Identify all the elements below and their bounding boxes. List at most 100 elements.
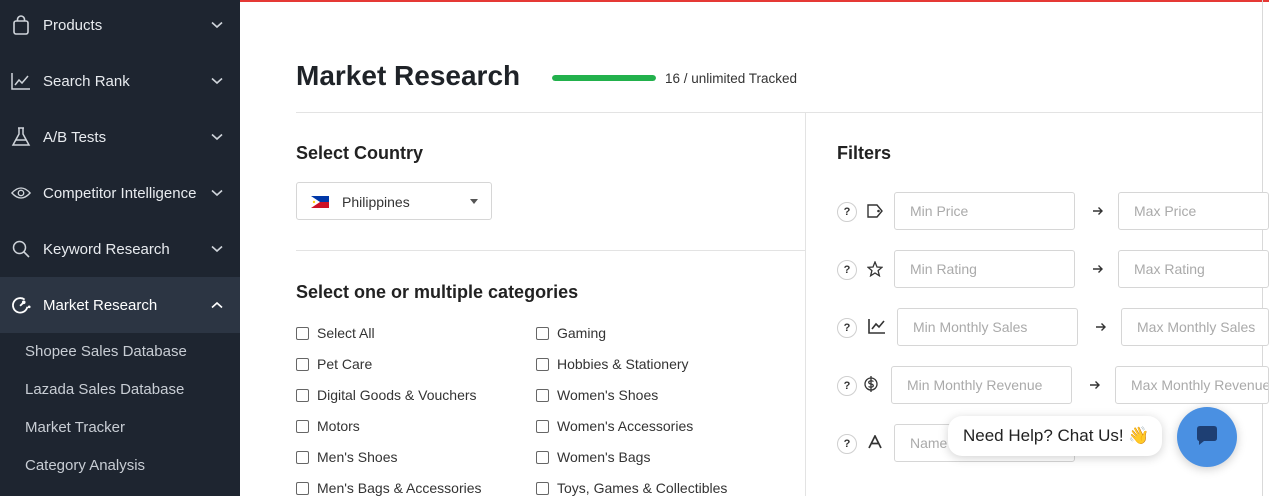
checkbox[interactable] — [296, 388, 309, 402]
chevron-up-icon — [210, 298, 224, 312]
top-accent-line — [240, 0, 1269, 2]
category-checkbox-pet-care[interactable]: Pet Care — [296, 356, 372, 372]
category-label: Women's Shoes — [557, 387, 659, 403]
philippines-flag-icon — [311, 195, 329, 208]
country-select[interactable]: Philippines — [296, 182, 492, 220]
category-label: Men's Bags & Accessories — [317, 480, 482, 496]
sidebar-subitem-lazada-sales-database[interactable]: Lazada Sales Database — [25, 381, 184, 398]
filters-title: Filters — [837, 143, 892, 163]
sidebar-subitem-category-analysis[interactable]: Category Analysis — [25, 457, 145, 474]
checkbox[interactable] — [296, 357, 309, 371]
divider — [805, 113, 806, 496]
category-label: Pet Care — [317, 356, 373, 372]
country-select-value: Philippines — [342, 194, 410, 210]
checkbox[interactable] — [536, 419, 549, 433]
min-rating-input[interactable]: Min Rating — [894, 250, 1075, 288]
sidebar-item-market-research[interactable]: Market Research — [0, 277, 240, 333]
checkbox[interactable] — [536, 357, 549, 371]
dollar-icon — [862, 375, 880, 393]
chevron-down-icon — [210, 242, 224, 256]
chat-bubble-icon — [1195, 423, 1219, 452]
sidebar-item-search-rank[interactable]: Search Rank — [0, 53, 240, 109]
sidebar-item-label: Competitor Intelligence — [43, 184, 197, 202]
eye-icon — [11, 183, 31, 203]
max-monthly-sales-input[interactable]: Max Monthly Sales — [1121, 308, 1269, 346]
sidebar-item-keyword-research[interactable]: Keyword Research — [0, 221, 240, 277]
arrow-right-icon — [1092, 205, 1104, 217]
caret-down-icon — [470, 199, 478, 204]
category-label: Hobbies & Stationery — [557, 356, 689, 372]
category-checkbox-hobbies[interactable]: Hobbies & Stationery — [536, 356, 689, 372]
category-label: Women's Bags — [557, 449, 651, 465]
category-checkbox-select-all[interactable]: Select All — [296, 325, 375, 341]
sidebar-item-label: Products — [43, 16, 103, 34]
category-checkbox-motors[interactable]: Motors — [296, 418, 360, 434]
categories-title: Select one or multiple categories — [296, 282, 579, 302]
category-checkbox-mens-bags[interactable]: Men's Bags & Accessories — [296, 480, 482, 496]
arrow-right-icon — [1092, 263, 1104, 275]
category-checkbox-womens-bags[interactable]: Women's Bags — [536, 449, 650, 465]
sidebar-item-label: Keyword Research — [43, 240, 170, 258]
checkbox[interactable] — [536, 481, 549, 495]
sidebar: Products Search Rank A/B Tests Competito… — [0, 0, 240, 496]
category-checkbox-gaming[interactable]: Gaming — [536, 325, 606, 341]
tracked-progress-fill — [552, 75, 656, 81]
checkbox[interactable] — [536, 388, 549, 402]
chevron-down-icon — [210, 74, 224, 88]
sidebar-item-label: Market Research — [43, 296, 158, 314]
chart-line-icon — [868, 317, 886, 335]
checkbox[interactable] — [536, 450, 549, 464]
select-country-title: Select Country — [296, 143, 424, 163]
category-label: Men's Shoes — [317, 449, 398, 465]
sidebar-subitem-market-tracker[interactable]: Market Tracker — [25, 419, 125, 436]
category-checkbox-mens-shoes[interactable]: Men's Shoes — [296, 449, 398, 465]
checkbox[interactable] — [296, 481, 309, 495]
trend-line-icon — [11, 71, 31, 91]
sidebar-item-products[interactable]: Products — [0, 0, 240, 53]
chevron-down-icon — [210, 18, 224, 32]
search-icon — [11, 239, 31, 259]
max-rating-input[interactable]: Max Rating — [1118, 250, 1269, 288]
category-label: Select All — [317, 325, 375, 341]
help-icon[interactable]: ? — [837, 202, 857, 222]
font-icon — [866, 433, 884, 451]
checkbox[interactable] — [296, 326, 309, 340]
help-icon[interactable]: ? — [837, 434, 857, 454]
flask-icon — [11, 127, 31, 147]
category-label: Motors — [317, 418, 360, 434]
sidebar-subitem-shopee-sales-database[interactable]: Shopee Sales Database — [25, 343, 187, 360]
tracked-count: 16 / unlimited Tracked — [665, 71, 798, 86]
checkbox[interactable] — [536, 326, 549, 340]
shopping-bag-icon — [11, 15, 31, 35]
arrow-right-icon — [1095, 321, 1107, 333]
category-label: Gaming — [557, 325, 607, 341]
divider — [296, 250, 805, 251]
divider — [1262, 0, 1263, 496]
sidebar-item-competitor-intelligence[interactable]: Competitor Intelligence — [0, 165, 240, 221]
min-price-input[interactable]: Min Price — [894, 192, 1075, 230]
divider — [296, 112, 1263, 113]
category-checkbox-womens-shoes[interactable]: Women's Shoes — [536, 387, 658, 403]
checkbox[interactable] — [296, 419, 309, 433]
max-monthly-revenue-input[interactable]: Max Monthly Revenue — [1115, 366, 1269, 404]
min-monthly-sales-input[interactable]: Min Monthly Sales — [897, 308, 1078, 346]
chevron-down-icon — [210, 130, 224, 144]
max-price-input[interactable]: Max Price — [1118, 192, 1269, 230]
help-icon[interactable]: ? — [837, 376, 857, 396]
category-checkbox-toys[interactable]: Toys, Games & Collectibles — [536, 480, 727, 496]
chat-help-bubble[interactable]: Need Help? Chat Us! 👋 — [948, 416, 1162, 456]
category-label: Toys, Games & Collectibles — [557, 480, 728, 496]
help-icon[interactable]: ? — [837, 260, 857, 280]
checkbox[interactable] — [296, 450, 309, 464]
category-checkbox-digital-goods[interactable]: Digital Goods & Vouchers — [296, 387, 477, 403]
tag-icon — [866, 202, 884, 220]
sidebar-item-label: A/B Tests — [43, 128, 107, 146]
category-checkbox-womens-accessories[interactable]: Women's Accessories — [536, 418, 693, 434]
page-title: Market Research — [296, 60, 521, 91]
star-icon — [866, 260, 884, 278]
chat-open-button[interactable] — [1177, 407, 1237, 467]
help-icon[interactable]: ? — [837, 318, 857, 338]
min-monthly-revenue-input[interactable]: Min Monthly Revenue — [891, 366, 1072, 404]
sidebar-item-ab-tests[interactable]: A/B Tests — [0, 109, 240, 165]
arrow-right-icon — [1089, 379, 1101, 391]
